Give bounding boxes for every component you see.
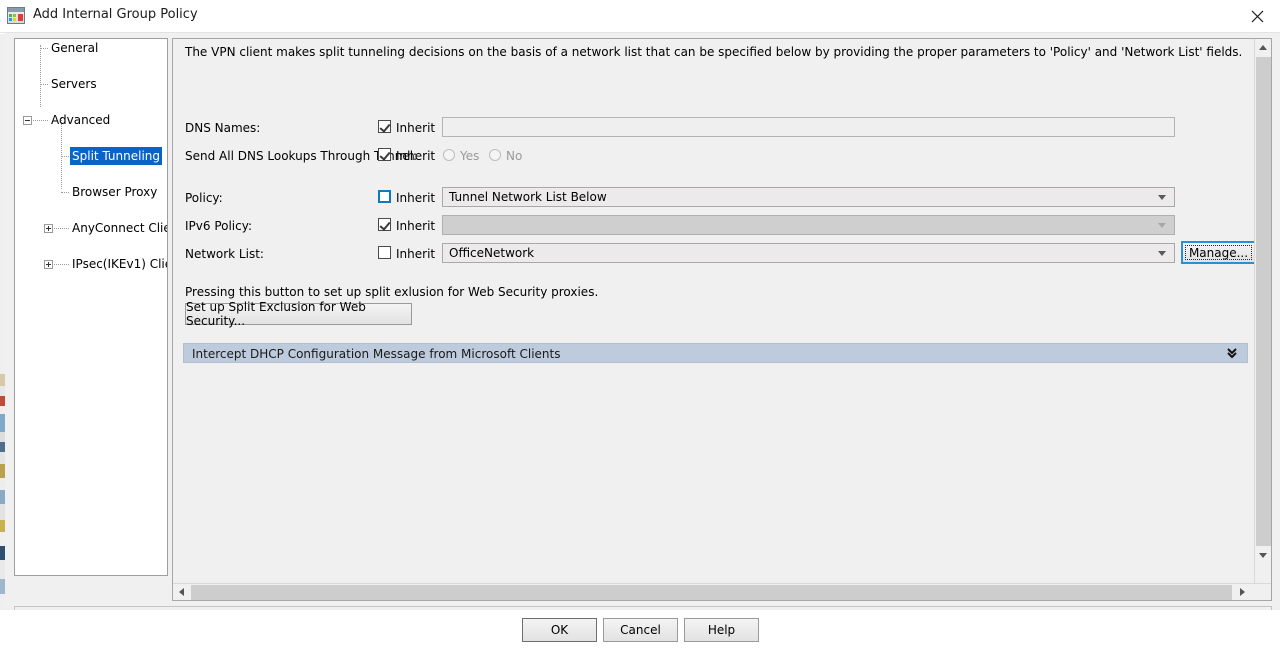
horizontal-scroll-thumb[interactable]: [191, 585, 1232, 600]
chevron-down-icon: [1158, 251, 1166, 256]
ok-button[interactable]: OK: [522, 618, 597, 642]
dns-names-input[interactable]: [442, 117, 1175, 137]
policy-combobox-value: Tunnel Network List Below: [449, 190, 607, 204]
send-all-dns-inherit-label: Inherit: [396, 149, 435, 163]
network-list-inherit-label: Inherit: [396, 247, 435, 261]
settings-vertical-scrollbar[interactable]: [1254, 39, 1271, 600]
intercept-dhcp-expander[interactable]: Intercept DHCP Configuration Message fro…: [183, 343, 1248, 363]
send-all-dns-no-label: No: [506, 149, 522, 163]
dns-names-label: DNS Names:: [185, 121, 260, 135]
send-all-dns-yes-radio[interactable]: [443, 149, 455, 161]
settings-panel: The VPN client makes split tunneling dec…: [172, 38, 1272, 601]
settings-horizontal-scrollbar[interactable]: [173, 583, 1271, 600]
setup-split-exclusion-button[interactable]: Set up Split Exclusion for Web Security.…: [185, 303, 412, 325]
policy-inherit-label: Inherit: [396, 191, 435, 205]
ipv6-policy-inherit-checkbox[interactable]: [378, 218, 391, 231]
help-button-label: Help: [708, 623, 735, 637]
tree-item-anyconnect-client[interactable]: AnyConnect Client: [70, 219, 168, 237]
tree-item-browser-proxy[interactable]: Browser Proxy: [70, 183, 159, 201]
vertical-scroll-thumb[interactable]: [1256, 57, 1271, 546]
help-button[interactable]: Help: [684, 618, 759, 642]
network-list-combobox-value: OfficeNetwork: [449, 246, 534, 260]
send-all-dns-inherit-checkbox[interactable]: [378, 148, 391, 161]
send-all-dns-no-radio[interactable]: [489, 149, 501, 161]
manage-button[interactable]: Manage...: [1181, 241, 1255, 264]
window-policy-icon: [7, 7, 25, 24]
panel-description: The VPN client makes split tunneling dec…: [185, 45, 1242, 59]
dns-names-inherit-label: Inherit: [396, 121, 435, 135]
policy-inherit-checkbox[interactable]: [378, 190, 391, 203]
window-title: Add Internal Group Policy: [33, 7, 198, 22]
dialog-footer: OK Cancel Help: [0, 610, 1280, 655]
network-list-label: Network List:: [185, 247, 264, 261]
network-list-inherit-checkbox[interactable]: [378, 246, 391, 259]
tree-item-ipsec-ikev1-client[interactable]: IPsec(IKEv1) Client: [70, 255, 168, 273]
policy-combobox[interactable]: Tunnel Network List Below: [442, 187, 1175, 207]
scroll-right-arrow-icon[interactable]: [1233, 584, 1250, 600]
settings-panel-content: The VPN client makes split tunneling dec…: [173, 39, 1255, 583]
ipv6-policy-combobox[interactable]: [442, 215, 1175, 235]
tree-toggle-anyconnect-client[interactable]: [44, 224, 53, 233]
setup-split-exclusion-button-label: Set up Split Exclusion for Web Security.…: [186, 300, 411, 328]
title-bar: Add Internal Group Policy: [0, 0, 1280, 33]
scroll-left-arrow-icon[interactable]: [173, 584, 190, 600]
policy-label: Policy:: [185, 191, 223, 205]
close-icon[interactable]: [1234, 0, 1280, 32]
tree-item-general[interactable]: General: [49, 39, 100, 57]
tree-toggle-ipsec-client[interactable]: [44, 260, 53, 269]
split-exclusion-description: Pressing this button to set up split exl…: [185, 285, 598, 299]
scroll-up-arrow-icon[interactable]: [1255, 39, 1271, 56]
ipv6-policy-label: IPv6 Policy:: [185, 219, 252, 233]
chevron-double-down-icon: [1225, 346, 1239, 360]
navigation-tree[interactable]: General Servers Advanced Split Tunneling…: [14, 38, 168, 576]
chevron-down-icon: [1158, 195, 1166, 200]
ok-button-label: OK: [551, 623, 568, 637]
cancel-button[interactable]: Cancel: [603, 618, 678, 642]
scroll-down-arrow-icon[interactable]: [1255, 547, 1271, 564]
intercept-dhcp-expander-label: Intercept DHCP Configuration Message fro…: [192, 347, 560, 361]
dialog-body: General Servers Advanced Split Tunneling…: [5, 33, 1280, 655]
send-all-dns-yes-label: Yes: [460, 149, 479, 163]
cancel-button-label: Cancel: [620, 623, 661, 637]
dns-names-inherit-checkbox[interactable]: [378, 120, 391, 133]
ipv6-policy-inherit-label: Inherit: [396, 219, 435, 233]
network-list-combobox[interactable]: OfficeNetwork: [442, 243, 1175, 263]
chevron-down-icon: [1158, 223, 1166, 228]
